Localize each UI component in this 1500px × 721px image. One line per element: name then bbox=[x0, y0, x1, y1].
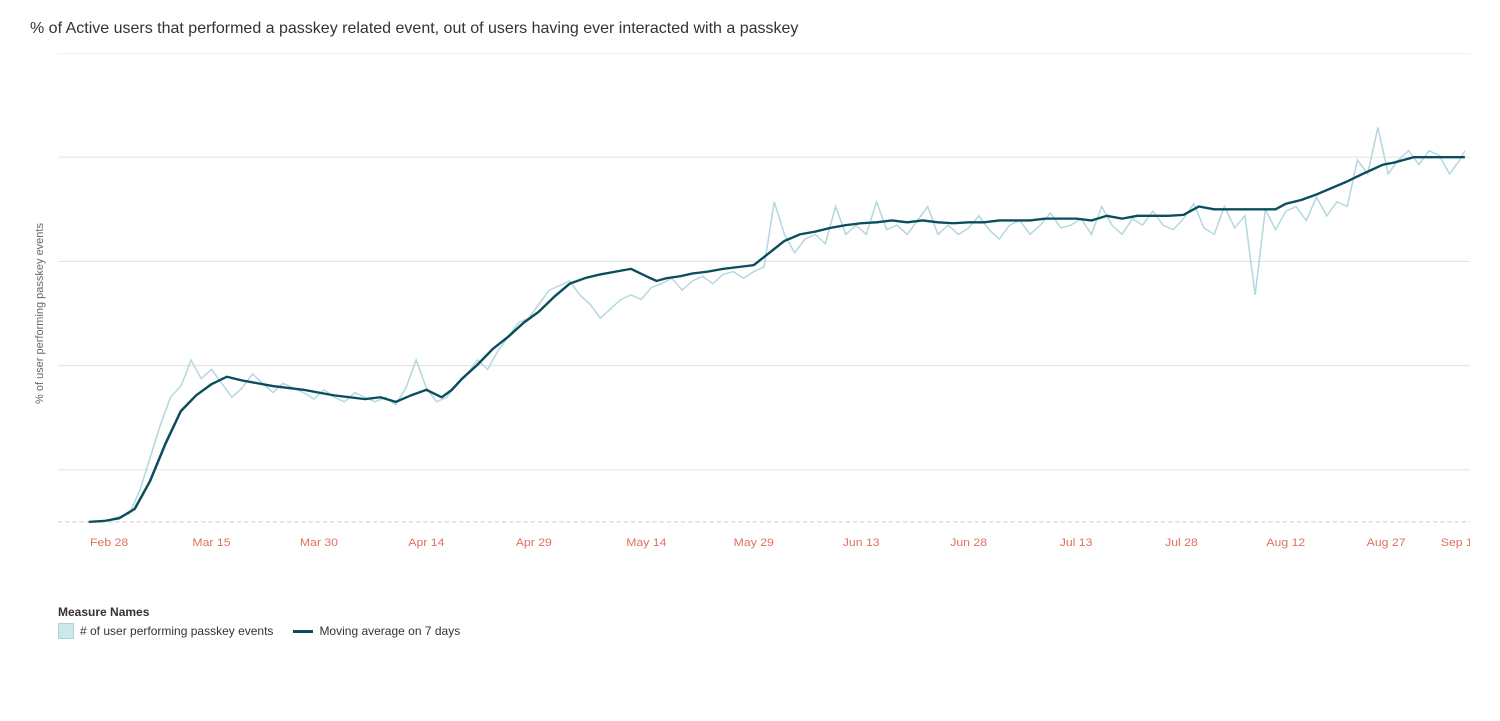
chart-container: % of Active users that performed a passk… bbox=[0, 0, 1500, 721]
chart-title: % of Active users that performed a passk… bbox=[30, 20, 1470, 38]
svg-text:Apr 14: Apr 14 bbox=[408, 537, 445, 549]
legend-label-raw: # of user performing passkey events bbox=[80, 624, 273, 638]
svg-text:Jul 13: Jul 13 bbox=[1060, 537, 1093, 549]
main-chart-svg: 5% 4% 3% 2% 1% 0% Feb 28 Mar 15 Mar 30 A… bbox=[58, 53, 1470, 574]
raw-data-swatch bbox=[58, 623, 74, 639]
svg-text:Mar 15: Mar 15 bbox=[192, 537, 231, 549]
chart-area: % of user performing passkey events 5% 4… bbox=[30, 53, 1470, 574]
legend-item-moving-avg: Moving average on 7 days bbox=[293, 624, 460, 638]
svg-text:Feb 28: Feb 28 bbox=[90, 537, 129, 549]
raw-data-line bbox=[89, 127, 1465, 521]
moving-avg-swatch bbox=[293, 630, 313, 633]
y-axis-label: % of user performing passkey events bbox=[30, 53, 50, 574]
svg-text:Jun 13: Jun 13 bbox=[843, 537, 880, 549]
legend-items: # of user performing passkey events Movi… bbox=[58, 623, 460, 639]
chart-legend: Measure Names # of user performing passk… bbox=[58, 605, 460, 639]
svg-text:Jul 28: Jul 28 bbox=[1165, 537, 1198, 549]
svg-text:Aug 12: Aug 12 bbox=[1266, 537, 1305, 549]
legend-title: Measure Names bbox=[58, 605, 460, 619]
svg-text:May 29: May 29 bbox=[734, 537, 774, 549]
legend-item-raw: # of user performing passkey events bbox=[58, 623, 273, 639]
legend-label-moving-avg: Moving average on 7 days bbox=[319, 624, 460, 638]
svg-text:Mar 30: Mar 30 bbox=[300, 537, 339, 549]
svg-text:Aug 27: Aug 27 bbox=[1367, 537, 1406, 549]
chart-inner: 5% 4% 3% 2% 1% 0% Feb 28 Mar 15 Mar 30 A… bbox=[58, 53, 1470, 574]
svg-text:Jun 28: Jun 28 bbox=[950, 537, 987, 549]
svg-text:Apr 29: Apr 29 bbox=[516, 537, 552, 549]
svg-text:May 14: May 14 bbox=[626, 537, 667, 549]
svg-text:Sep 11: Sep 11 bbox=[1441, 537, 1470, 549]
